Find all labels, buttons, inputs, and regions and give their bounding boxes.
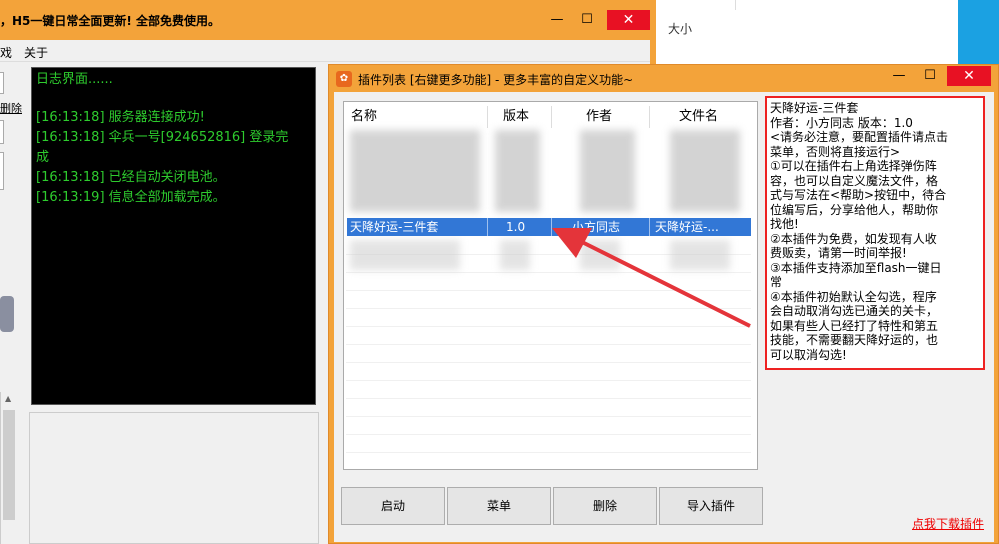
description-line: 费贩卖，请第一时间举报! (770, 246, 907, 260)
background-explorer-pane (655, 0, 999, 70)
row-cell-separator (487, 218, 488, 236)
description-line: ④本插件初始默认全勾选，程序 (770, 289, 937, 304)
description-line: 作者：小方同志 版本：1.0 (770, 115, 913, 130)
description-line: 找他! (770, 217, 799, 231)
plugin-window-title: 插件列表 [右键更多功能] - 更多丰富的自定义功能~ (358, 73, 634, 87)
column-header-name[interactable]: 名称 (351, 106, 491, 128)
log-title: 日志界面...... (36, 72, 113, 87)
row-divider (346, 398, 751, 399)
blurred-row-region (580, 130, 635, 212)
main-minimize-button[interactable]: — (543, 10, 571, 30)
menu-item-partial[interactable]: 戏 (0, 44, 12, 61)
plugin-close-button[interactable]: ✕ (947, 66, 991, 86)
main-maximize-button[interactable]: ☐ (573, 10, 601, 30)
row-divider (346, 380, 751, 381)
delete-button[interactable]: 删除 (553, 487, 657, 525)
annotation-arrow-icon (552, 228, 751, 328)
description-line: ①可以在插件右上角选择弹伤阵 (770, 159, 937, 173)
log-line: [16:13:19] 信息全部加载完成。 (36, 190, 226, 205)
lower-panel (29, 412, 319, 544)
side-delete-link[interactable]: 删除 (0, 100, 22, 116)
description-line: 式与写法在<帮助>按钮中，待合 (770, 188, 947, 202)
description-line: 如果有些人已经打了特性和第五 (770, 318, 939, 333)
log-line: 成 (36, 150, 50, 165)
log-line: [16:13:18] 服务器连接成功! (36, 110, 205, 125)
scroll-up-arrow-icon[interactable]: ▲ (5, 394, 11, 403)
menu-button[interactable]: 菜单 (447, 487, 551, 525)
blurred-row-region (500, 240, 530, 270)
plugin-window-icon: ✿ (336, 71, 352, 87)
character-avatar-icon (0, 296, 14, 332)
background-divider (735, 0, 736, 10)
blurred-row-region (350, 240, 460, 270)
blurred-row-region (495, 130, 540, 212)
column-header-author[interactable]: 作者 (586, 106, 646, 128)
main-close-button[interactable]: ✕ (607, 10, 650, 30)
row-divider (346, 434, 751, 435)
plugin-maximize-button[interactable]: ☐ (916, 66, 944, 86)
selected-row-name: 天降好运-三件套 (350, 220, 439, 234)
row-divider (346, 344, 751, 345)
description-line: 常 (770, 275, 783, 289)
blurred-row-region (350, 130, 480, 212)
blurred-row-region (670, 130, 740, 212)
description-line: 位编写后，分享给他人，帮助你 (770, 202, 939, 217)
log-line: [16:13:18] 伞兵一号[924652816] 登录完 (36, 130, 289, 145)
column-separator[interactable] (551, 106, 552, 128)
background-blue-strip (958, 0, 999, 70)
scroll-thumb[interactable] (3, 410, 15, 520)
side-button-stub[interactable] (0, 72, 4, 94)
column-header-filename[interactable]: 文件名 (679, 106, 749, 128)
description-line: ②本插件为免费，如发现有人收 (770, 231, 937, 246)
log-panel: 日志界面...... [16:13:18] 服务器连接成功! [16:13:18… (31, 67, 316, 405)
description-title: 天降好运-三件套 (770, 101, 859, 115)
description-line: 容，也可以自定义魔法文件，格 (770, 173, 939, 188)
main-window-title: ，H5一键日常全面更新! 全部免费使用。 (0, 14, 221, 28)
column-separator[interactable] (487, 106, 488, 128)
description-line: 可以取消勾选! (770, 347, 847, 362)
import-plugin-button[interactable]: 导入插件 (659, 487, 763, 525)
description-line: 菜单，否则将直接运行> (770, 144, 901, 159)
log-line: [16:13:18] 已经自动关闭电池。 (36, 170, 226, 185)
description-line: <请务必注意，要配置插件请点击 (770, 130, 949, 144)
main-menubar (0, 40, 650, 62)
size-column-header[interactable]: 大小 (668, 20, 692, 37)
description-line: 技能，不需要翻天降好运的，也 (770, 333, 939, 347)
plugin-minimize-button[interactable]: — (885, 66, 913, 86)
column-header-version[interactable]: 版本 (503, 106, 553, 128)
row-divider (346, 362, 751, 363)
row-divider (346, 416, 751, 417)
description-line: ③本插件支持添加至flash一键日 (770, 260, 942, 275)
row-divider (346, 452, 751, 453)
description-line: 会自动取消勾选已通关的关卡， (770, 304, 939, 318)
side-input-stub[interactable] (0, 120, 4, 144)
left-scrollbar[interactable]: ▲ (0, 392, 18, 544)
start-button[interactable]: 启动 (341, 487, 445, 525)
column-separator[interactable] (649, 106, 650, 128)
download-plugin-link[interactable]: 点我下载插件 (912, 515, 984, 532)
side-box-stub (0, 152, 4, 190)
menu-item-about[interactable]: 关于 (24, 44, 48, 61)
